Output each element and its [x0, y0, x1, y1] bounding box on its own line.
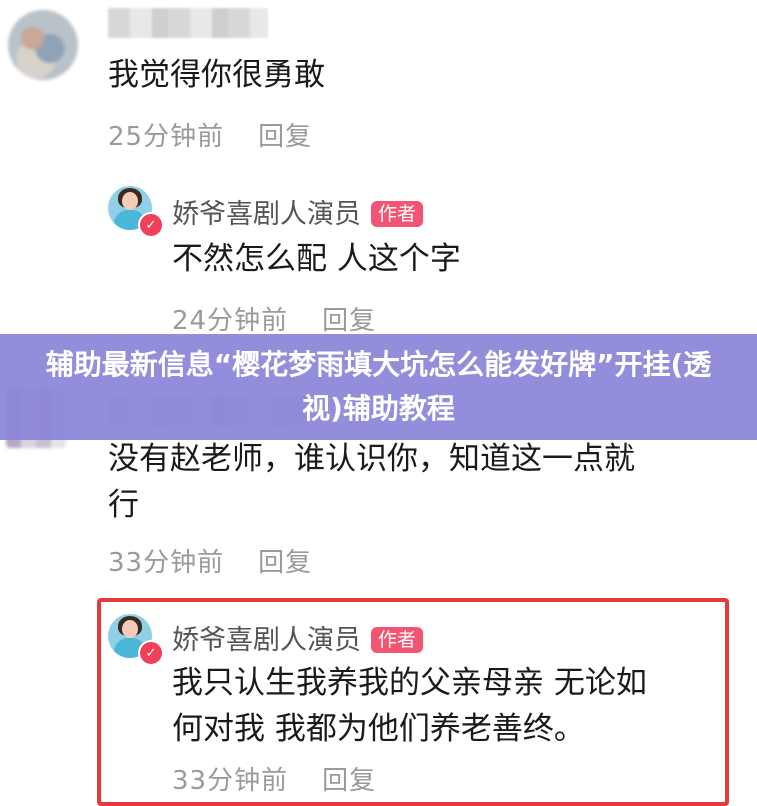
author-reply-meta: 33分钟前 回复: [172, 760, 376, 797]
author-name-row: 娇爷喜剧人演员 作者: [172, 192, 424, 231]
author-reply-time: 33分钟前: [172, 766, 289, 796]
comment-text-line: 没有赵老师，谁认识你，知道这一点就: [108, 441, 635, 477]
author-name[interactable]: 娇爷喜剧人演员: [172, 625, 361, 656]
commenter-name-blurred[interactable]: [108, 8, 268, 38]
author-name[interactable]: 娇爷喜剧人演员: [172, 199, 361, 230]
overlay-banner: 辅助最新信息“樱花梦雨填大坑怎么能发好牌”开挂(透视)辅助教程: [0, 334, 757, 440]
author-reply-time: 24分钟前: [172, 306, 289, 336]
comment-text: 我觉得你很勇敢: [108, 57, 325, 93]
comment-text-line: 行: [108, 487, 139, 523]
reply-button[interactable]: 回复: [322, 306, 376, 336]
reply-button[interactable]: 回复: [322, 766, 376, 796]
comment-text: 没有赵老师，谁认识你，知道这一点就 行: [108, 436, 728, 528]
verified-icon: ✓: [138, 212, 164, 238]
author-reply-meta: 24分钟前 回复: [172, 300, 376, 337]
reply-button[interactable]: 回复: [258, 548, 312, 578]
reply-button[interactable]: 回复: [258, 122, 312, 152]
author-name-row: 娇爷喜剧人演员 作者: [172, 618, 424, 657]
author-reply-text: 不然怎么配 人这个字: [172, 241, 461, 277]
author-reply-line: 何对我 我都为他们养老善终。: [172, 711, 585, 747]
commenter-avatar[interactable]: [8, 10, 78, 80]
author-reply-text: 我只认生我养我的父亲母亲 无论如 何对我 我都为他们养老善终。: [172, 660, 712, 752]
comment-time: 33分钟前: [108, 548, 225, 578]
comment-meta: 33分钟前 回复: [108, 542, 312, 579]
comment-meta: 25分钟前 回复: [108, 116, 312, 153]
author-reply-line: 我只认生我养我的父亲母亲 无论如: [172, 665, 647, 701]
comment-time: 25分钟前: [108, 122, 225, 152]
author-badge: 作者: [371, 201, 424, 227]
author-badge: 作者: [371, 627, 424, 653]
banner-title: 辅助最新信息“樱花梦雨填大坑怎么能发好牌”开挂(透视)辅助教程: [45, 348, 712, 425]
verified-icon: ✓: [138, 640, 164, 666]
